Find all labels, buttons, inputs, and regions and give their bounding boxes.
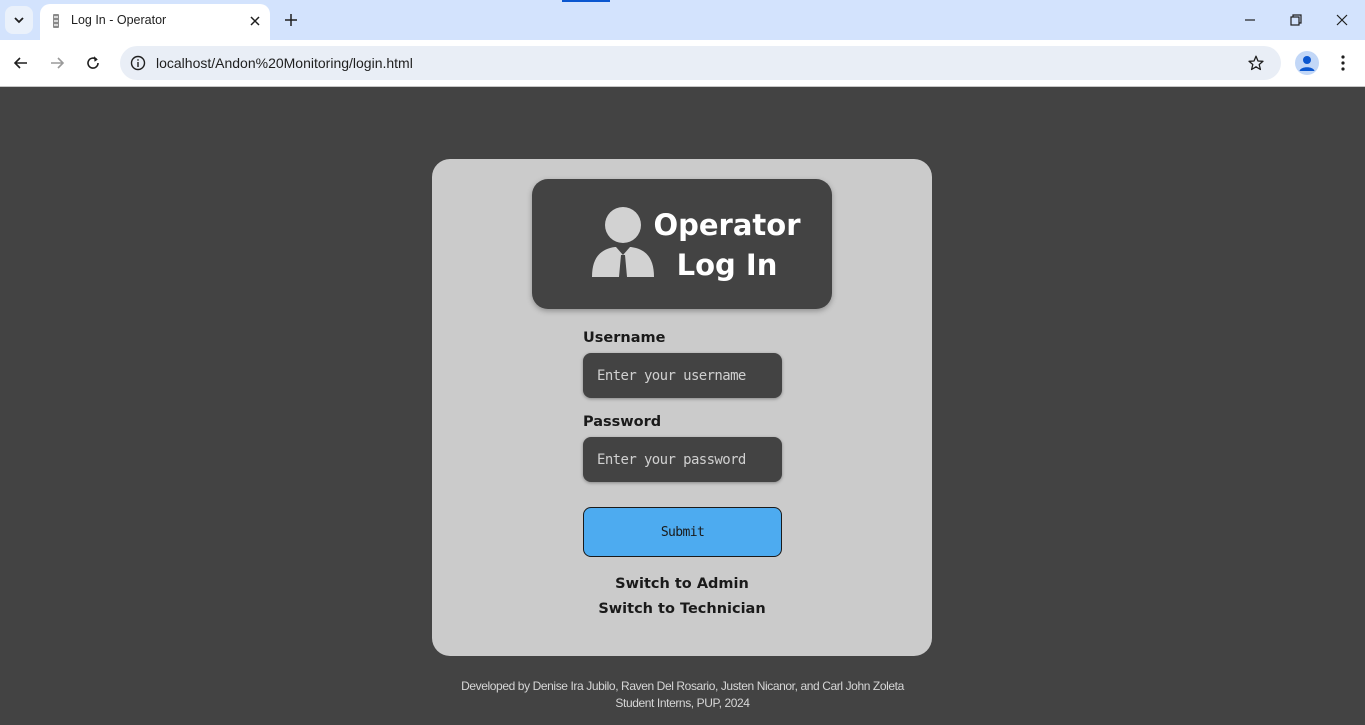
browser-tab-active[interactable]: Log In - Operator xyxy=(40,4,270,40)
close-icon xyxy=(250,16,260,26)
profile-button[interactable] xyxy=(1295,51,1319,75)
restore-button[interactable] xyxy=(1284,8,1308,32)
switch-to-admin-link[interactable]: Switch to Admin xyxy=(432,576,932,592)
restore-icon xyxy=(1290,14,1302,26)
close-window-button[interactable] xyxy=(1330,8,1354,32)
close-icon xyxy=(1336,14,1348,26)
site-info-button[interactable] xyxy=(128,53,148,73)
title-line-2: Log In xyxy=(676,248,778,282)
browser-menu-button[interactable] xyxy=(1332,51,1354,75)
login-header: Operator Log In xyxy=(532,179,832,309)
browser-toolbar: localhost/Andon%20Monitoring/login.html xyxy=(0,40,1365,87)
footer-affiliation: Student Interns, PUP, 2024 xyxy=(615,696,750,710)
browser-tabstrip: Log In - Operator xyxy=(0,0,1365,40)
person-icon xyxy=(1299,56,1315,71)
page-favicon-icon xyxy=(53,14,59,28)
address-bar[interactable]: localhost/Andon%20Monitoring/login.html xyxy=(120,46,1281,80)
minimize-button[interactable] xyxy=(1238,8,1262,32)
username-input[interactable] xyxy=(583,353,782,398)
footer-credits: Developed by Denise Ira Jubilo, Raven De… xyxy=(0,678,1365,712)
reload-icon xyxy=(87,56,99,69)
operator-avatar-icon xyxy=(592,207,654,277)
tab-close-button[interactable] xyxy=(244,10,266,32)
star-icon xyxy=(1248,55,1264,71)
arrow-right-icon xyxy=(51,57,65,69)
tab-indicator xyxy=(562,0,610,2)
title-line-1: Operator xyxy=(653,208,801,242)
info-icon xyxy=(130,55,146,71)
footer-developers: Developed by Denise Ira Jubilo, Raven De… xyxy=(461,679,904,693)
tab-title: Log In - Operator xyxy=(71,13,167,27)
switch-to-technician-link[interactable]: Switch to Technician xyxy=(432,601,932,617)
forward-button[interactable] xyxy=(44,50,70,76)
reload-button[interactable] xyxy=(80,50,106,76)
password-input[interactable] xyxy=(583,437,782,482)
login-card: Operator Log In Username Password Submit… xyxy=(432,159,932,656)
username-label: Username xyxy=(583,330,666,346)
back-button[interactable] xyxy=(8,50,34,76)
page-title: Operator Log In xyxy=(652,205,802,285)
minimize-icon xyxy=(1245,19,1255,21)
submit-button[interactable]: Submit xyxy=(583,507,782,557)
more-vertical-icon xyxy=(1341,55,1345,71)
chevron-down-icon xyxy=(14,17,24,24)
bookmark-button[interactable] xyxy=(1245,52,1267,74)
plus-icon xyxy=(285,14,297,26)
password-label: Password xyxy=(583,414,662,430)
tab-search-button[interactable] xyxy=(5,6,33,34)
new-tab-button[interactable] xyxy=(280,9,302,31)
arrow-left-icon xyxy=(13,57,27,69)
url-text[interactable]: localhost/Andon%20Monitoring/login.html xyxy=(156,55,413,71)
